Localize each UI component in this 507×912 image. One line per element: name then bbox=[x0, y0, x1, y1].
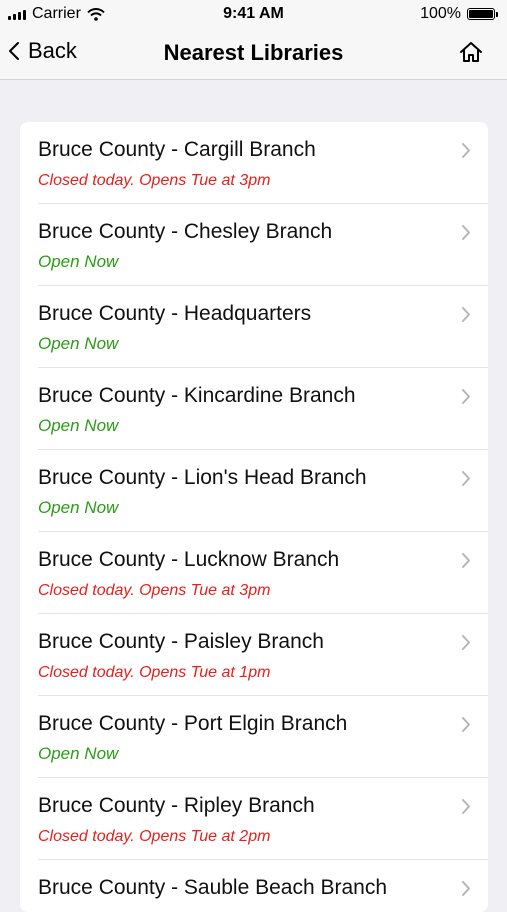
library-name: Bruce County - Port Elgin Branch bbox=[38, 712, 348, 735]
battery-icon bbox=[467, 8, 498, 20]
library-status: Closed today. Opens Tue at 2pm bbox=[38, 828, 271, 845]
library-list-item[interactable]: Bruce County - Kincardine Branch Open Now bbox=[20, 368, 488, 450]
library-name: Bruce County - Lucknow Branch bbox=[38, 548, 340, 571]
library-list-item[interactable]: Bruce County - Cargill Branch Closed toda… bbox=[20, 122, 488, 204]
library-list: Bruce County - Cargill Branch Closed toda… bbox=[20, 122, 488, 912]
library-list-item[interactable]: Bruce County - Headquarters Open Now bbox=[20, 286, 488, 368]
chevron-right-icon bbox=[462, 307, 470, 322]
library-status: Closed today. Opens Tue at 3pm bbox=[38, 582, 271, 599]
library-status: Closed today. Opens Tue at 3pm bbox=[38, 172, 271, 189]
library-name: Bruce County - Paisley Branch bbox=[38, 630, 324, 653]
library-name: Bruce County - Kincardine Branch bbox=[38, 384, 356, 407]
chevron-right-icon bbox=[462, 881, 470, 896]
library-name: Bruce County - Lion's Head Branch bbox=[38, 466, 367, 489]
chevron-right-icon bbox=[462, 553, 470, 568]
library-name: Bruce County - Chesley Branch bbox=[38, 220, 333, 243]
home-icon bbox=[460, 42, 482, 62]
library-status: Open Now bbox=[38, 334, 119, 353]
library-list-item[interactable]: Bruce County - Paisley Branch Closed toda… bbox=[20, 614, 488, 696]
library-status: Open Now bbox=[38, 416, 119, 435]
library-list-item[interactable]: Bruce County - Lucknow Branch Closed toda… bbox=[20, 532, 488, 614]
library-list-item[interactable]: Bruce County - Sauble Beach Branch bbox=[20, 860, 488, 912]
library-name: Bruce County - Sauble Beach Branch bbox=[38, 876, 388, 899]
chevron-right-icon bbox=[462, 389, 470, 404]
chevron-right-icon bbox=[462, 143, 470, 158]
library-list-item[interactable]: Bruce County - Ripley Branch Closed today… bbox=[20, 778, 488, 860]
status-bar: Carrier 9:41 AM 100% bbox=[0, 0, 507, 30]
library-name: Bruce County - Headquarters bbox=[38, 302, 312, 325]
battery-percent: 100% bbox=[420, 5, 461, 22]
status-right: 100% bbox=[420, 5, 498, 23]
library-list-item[interactable]: Bruce County - Chesley Branch Open Now bbox=[20, 204, 488, 286]
navigation-bar: Back Nearest Libraries bbox=[0, 30, 507, 80]
chevron-right-icon bbox=[462, 635, 470, 650]
library-list-item[interactable]: Bruce County - Lion's Head Branch Open No… bbox=[20, 450, 488, 532]
library-list-item[interactable]: Bruce County - Port Elgin Branch Open Now bbox=[20, 696, 488, 778]
page-title: Nearest Libraries bbox=[163, 40, 344, 65]
library-status: Open Now bbox=[38, 744, 119, 763]
library-status: Closed today. Opens Tue at 1pm bbox=[38, 664, 271, 681]
chevron-right-icon bbox=[462, 717, 470, 732]
library-name: Bruce County - Ripley Branch bbox=[38, 794, 315, 817]
home-button[interactable] bbox=[459, 41, 483, 68]
chevron-right-icon bbox=[462, 225, 470, 240]
battery-fill bbox=[469, 10, 493, 18]
library-status: Open Now bbox=[38, 252, 119, 271]
chevron-right-icon bbox=[462, 471, 470, 486]
library-status: Open Now bbox=[38, 498, 119, 517]
library-name: Bruce County - Cargill Branch bbox=[38, 138, 316, 161]
chevron-right-icon bbox=[462, 799, 470, 814]
